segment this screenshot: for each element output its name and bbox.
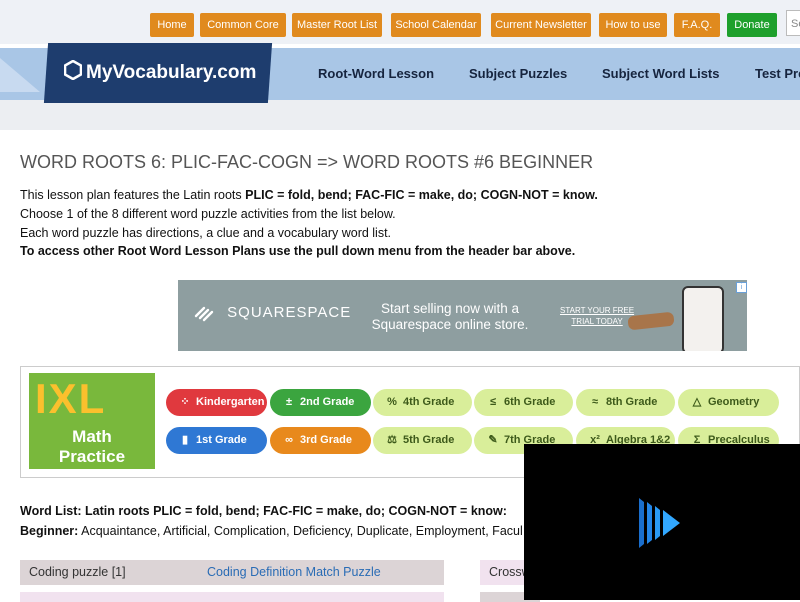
squarespace-ad[interactable]: SQUARESPACE Start selling now with a Squ… (178, 280, 747, 351)
header-shadow-band (0, 100, 800, 130)
video-player[interactable] (524, 444, 800, 600)
site-logo[interactable]: MyVocabulary.com (63, 59, 257, 86)
grade-pill[interactable]: ∞ 3rd Grade (270, 427, 371, 454)
scale-icon: ⚖ (387, 434, 397, 446)
grade-pill[interactable]: ≤6th Grade (474, 389, 573, 416)
common-core-button[interactable]: Common Core (200, 13, 286, 37)
puzzle-description-line: Each word puzzle has directions, a clue … (20, 226, 392, 240)
infinity-icon: ∞ (285, 434, 293, 446)
grade-pill[interactable]: ⚖ 5th Grade (373, 427, 472, 454)
coding-definition-match-link[interactable]: Coding Definition Match Puzzle (207, 565, 381, 579)
cup-icon: ▮ (181, 434, 189, 446)
triangle-icon: △ (692, 396, 702, 408)
math-practice-label: Math Practice (58, 427, 126, 466)
ad-info-icon[interactable]: i (736, 282, 747, 293)
home-button[interactable]: Home (150, 13, 194, 37)
nav-subject-word-lists[interactable]: Subject Word Lists (602, 66, 720, 81)
grade-pill-label: 4th Grade (403, 396, 455, 408)
percent-icon: % (387, 396, 397, 408)
logo-text: MyVocabulary.com (86, 62, 257, 84)
grade-pill-label: 6th Grade (504, 396, 556, 408)
squarespace-logo: SQUARESPACE (192, 304, 351, 322)
grade-pill-label: Geometry (708, 396, 760, 408)
play-logo-icon[interactable] (636, 496, 686, 555)
plus-minus-icon: ± (285, 396, 293, 408)
nav-test-prep[interactable]: Test Pre (755, 66, 800, 81)
faq-button[interactable]: F.A.Q. (674, 13, 720, 37)
school-calendar-button[interactable]: School Calendar (391, 13, 481, 37)
other-lessons-note: To access other Root Word Lesson Plans u… (20, 244, 576, 258)
pencil-icon: ✎ (488, 434, 498, 446)
less-equal-icon: ≤ (489, 396, 497, 408)
grade-pill-label: 1st Grade (196, 434, 247, 446)
intro-line: This lesson plan features the Latin root… (20, 188, 598, 202)
beginner-word-list: Beginner: Acquaintance, Artificial, Comp… (20, 524, 523, 538)
ad-product-image (627, 311, 675, 331)
search-input[interactable]: Se (786, 10, 800, 36)
ad-phone-image (682, 286, 724, 351)
instructions-line: Choose 1 of the 8 different word puzzle … (20, 207, 396, 221)
grade-pill-label: 8th Grade (606, 396, 658, 408)
current-newsletter-button[interactable]: Current Newsletter (491, 13, 591, 37)
grade-pill[interactable]: ⁘ Kindergarten (166, 389, 267, 416)
ad-cta-link[interactable]: START YOUR FREE TRIAL TODAY (560, 305, 634, 327)
grade-pill-label: Kindergarten (196, 396, 265, 408)
nav-root-word-lesson[interactable]: Root-Word Lesson (318, 66, 434, 81)
word-list-heading: Word List: Latin roots PLIC = fold, bend… (20, 504, 507, 518)
table-row: Coding puzzle [1] Coding Definition Matc… (20, 560, 444, 585)
top-nav: Home Common Core Master Root List School… (0, 0, 800, 44)
grade-pill[interactable]: △ Geometry (678, 389, 779, 416)
page-title: WORD ROOTS 6: PLIC-FAC-COGN => WORD ROOT… (20, 152, 594, 172)
grade-pill[interactable]: ≈8th Grade (576, 389, 675, 416)
header-decoration (0, 58, 40, 92)
grade-pill[interactable]: % 4th Grade (373, 389, 472, 416)
grade-pill-label: 3rd Grade (300, 434, 352, 446)
how-to-use-button[interactable]: How to use (599, 13, 667, 37)
dots-icon: ⁘ (180, 396, 190, 408)
grade-pill[interactable]: ±2nd Grade (270, 389, 371, 416)
ixl-wordmark: IXL (35, 375, 107, 422)
ad-headline: Start selling now with a Squarespace onl… (371, 301, 529, 332)
puzzle-type-label: Coding puzzle [1] (29, 565, 126, 579)
nav-subject-puzzles[interactable]: Subject Puzzles (469, 66, 567, 81)
ixl-logo: IXL Math Practice (29, 373, 155, 469)
approx-icon: ≈ (591, 396, 599, 408)
master-root-list-button[interactable]: Master Root List (292, 13, 382, 37)
grade-pill[interactable]: ▮ 1st Grade (166, 427, 267, 454)
grade-pill-label: 5th Grade (403, 434, 455, 446)
squarespace-knot-icon (192, 304, 227, 322)
hexagon-icon (63, 59, 83, 86)
donate-button[interactable]: Donate (727, 13, 777, 37)
table-row (20, 592, 444, 602)
grade-pill-label: 2nd Grade (300, 396, 355, 408)
